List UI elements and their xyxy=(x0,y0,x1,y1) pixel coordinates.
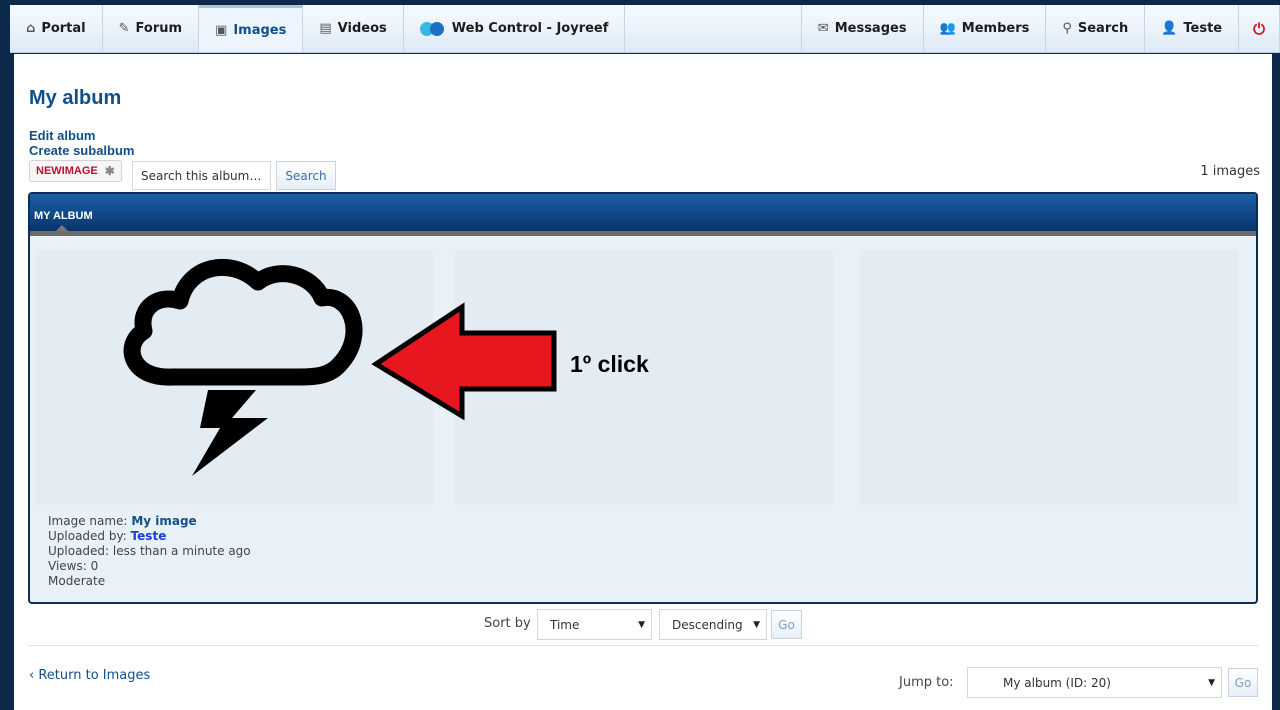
chevron-down-icon: ▼ xyxy=(638,619,645,630)
envelope-icon: ✉ xyxy=(817,21,829,36)
jump-to-label: Jump to: xyxy=(899,675,954,690)
image-meta: Image name: My image Uploaded by: Teste … xyxy=(48,514,251,589)
web-control-icon xyxy=(419,21,444,36)
nav-web-control-label: Web Control - Joyreef xyxy=(451,21,609,36)
sort-field-value: Time xyxy=(550,617,580,632)
film-icon: ▤ xyxy=(319,21,332,36)
sort-go-button[interactable]: Go xyxy=(771,610,802,639)
red-arrow-icon xyxy=(371,302,557,421)
nav-members[interactable]: 👥 Members xyxy=(924,5,1047,52)
uploaded-time: Uploaded: less than a minute ago xyxy=(48,544,251,558)
nav-web-control[interactable]: Web Control - Joyreef xyxy=(404,5,626,52)
sort-label: Sort by xyxy=(484,616,531,631)
home-icon: ⌂ xyxy=(26,21,36,36)
jump-go-button[interactable]: Go xyxy=(1228,668,1258,697)
nav-images[interactable]: ▣ Images xyxy=(199,5,304,52)
cloud-storm-icon xyxy=(123,258,363,386)
nav-portal[interactable]: ⌂ Portal xyxy=(10,5,103,52)
click-annotation: 1º click xyxy=(570,351,649,377)
nav-forum-label: Forum xyxy=(135,21,183,36)
page-title: My album xyxy=(29,87,122,109)
newimage-tag-label: NEWIMAGE xyxy=(36,165,98,177)
uploader-link[interactable]: Teste xyxy=(131,529,167,543)
nav-search[interactable]: ⚲ Search xyxy=(1046,5,1146,52)
image-name-label: Image name: xyxy=(48,514,128,528)
page-scrollbar[interactable] xyxy=(1272,54,1280,710)
image-name-row: Image name: My image xyxy=(48,514,251,529)
nav-spacer xyxy=(625,5,802,52)
return-to-images-link[interactable]: ‹ Return to Images xyxy=(29,668,150,683)
sort-controls: Sort by Time ▼ Descending ▼ Go xyxy=(14,609,1272,641)
nav-user-label: Teste xyxy=(1183,21,1223,36)
power-icon: ⏻ xyxy=(1253,19,1265,38)
album-panel: MY ALBUM 1º click Image name: My image U… xyxy=(28,192,1258,604)
nav-portal-label: Portal xyxy=(41,21,86,36)
user-icon: 👤 xyxy=(1161,21,1178,36)
star-icon: ✱ xyxy=(104,164,115,178)
jump-to-value: My album (ID: 20) xyxy=(1003,675,1111,690)
lightning-bolt-icon xyxy=(192,390,268,476)
image-count: 1 images xyxy=(1200,164,1260,179)
magnifier-icon: ⚲ xyxy=(1062,21,1072,36)
uploader-label: Uploaded by: xyxy=(48,529,127,543)
sort-order-value: Descending xyxy=(672,617,743,632)
views-count: Views: 0 xyxy=(48,559,99,573)
newimage-tag[interactable]: NEWIMAGE ✱ xyxy=(29,160,122,182)
album-search-input[interactable]: Search this album… xyxy=(132,161,271,190)
page-panel: My album Edit album Create subalbum NEWI… xyxy=(14,54,1272,710)
nav-videos-label: Videos xyxy=(337,21,387,36)
chevron-down-icon: ▼ xyxy=(1208,677,1215,688)
logout-button[interactable]: ⏻ xyxy=(1239,5,1280,52)
image-name-link[interactable]: My image xyxy=(131,514,196,528)
nav-videos[interactable]: ▤ Videos xyxy=(303,5,404,52)
divider xyxy=(28,645,1258,646)
nav-messages-label: Messages xyxy=(834,21,907,36)
nav-search-label: Search xyxy=(1077,21,1129,36)
create-subalbum-link[interactable]: Create subalbum xyxy=(29,143,134,158)
nav-forum[interactable]: ✎ Forum xyxy=(103,5,200,52)
sort-order-select[interactable]: Descending ▼ xyxy=(659,609,767,640)
nav-members-label: Members xyxy=(961,21,1030,36)
nav-images-label: Images xyxy=(233,22,287,38)
uploader-row: Uploaded by: Teste xyxy=(48,529,251,544)
top-navbar: ⌂ Portal ✎ Forum ▣ Images ▤ Videos Web C… xyxy=(10,5,1280,53)
nav-messages[interactable]: ✉ Messages xyxy=(802,5,924,52)
members-icon: 👥 xyxy=(939,21,956,36)
pencil-icon: ✎ xyxy=(118,21,130,36)
chevron-down-icon: ▼ xyxy=(753,619,760,630)
jump-to-select[interactable]: My album (ID: 20) ▼ xyxy=(967,667,1222,698)
sort-field-select[interactable]: Time ▼ xyxy=(537,609,652,640)
moderate-link[interactable]: Moderate xyxy=(48,574,251,589)
album-search-button[interactable]: Search xyxy=(276,161,336,190)
images-icon: ▣ xyxy=(215,22,228,38)
edit-album-link[interactable]: Edit album xyxy=(29,128,95,143)
nav-user[interactable]: 👤 Teste xyxy=(1145,5,1240,52)
